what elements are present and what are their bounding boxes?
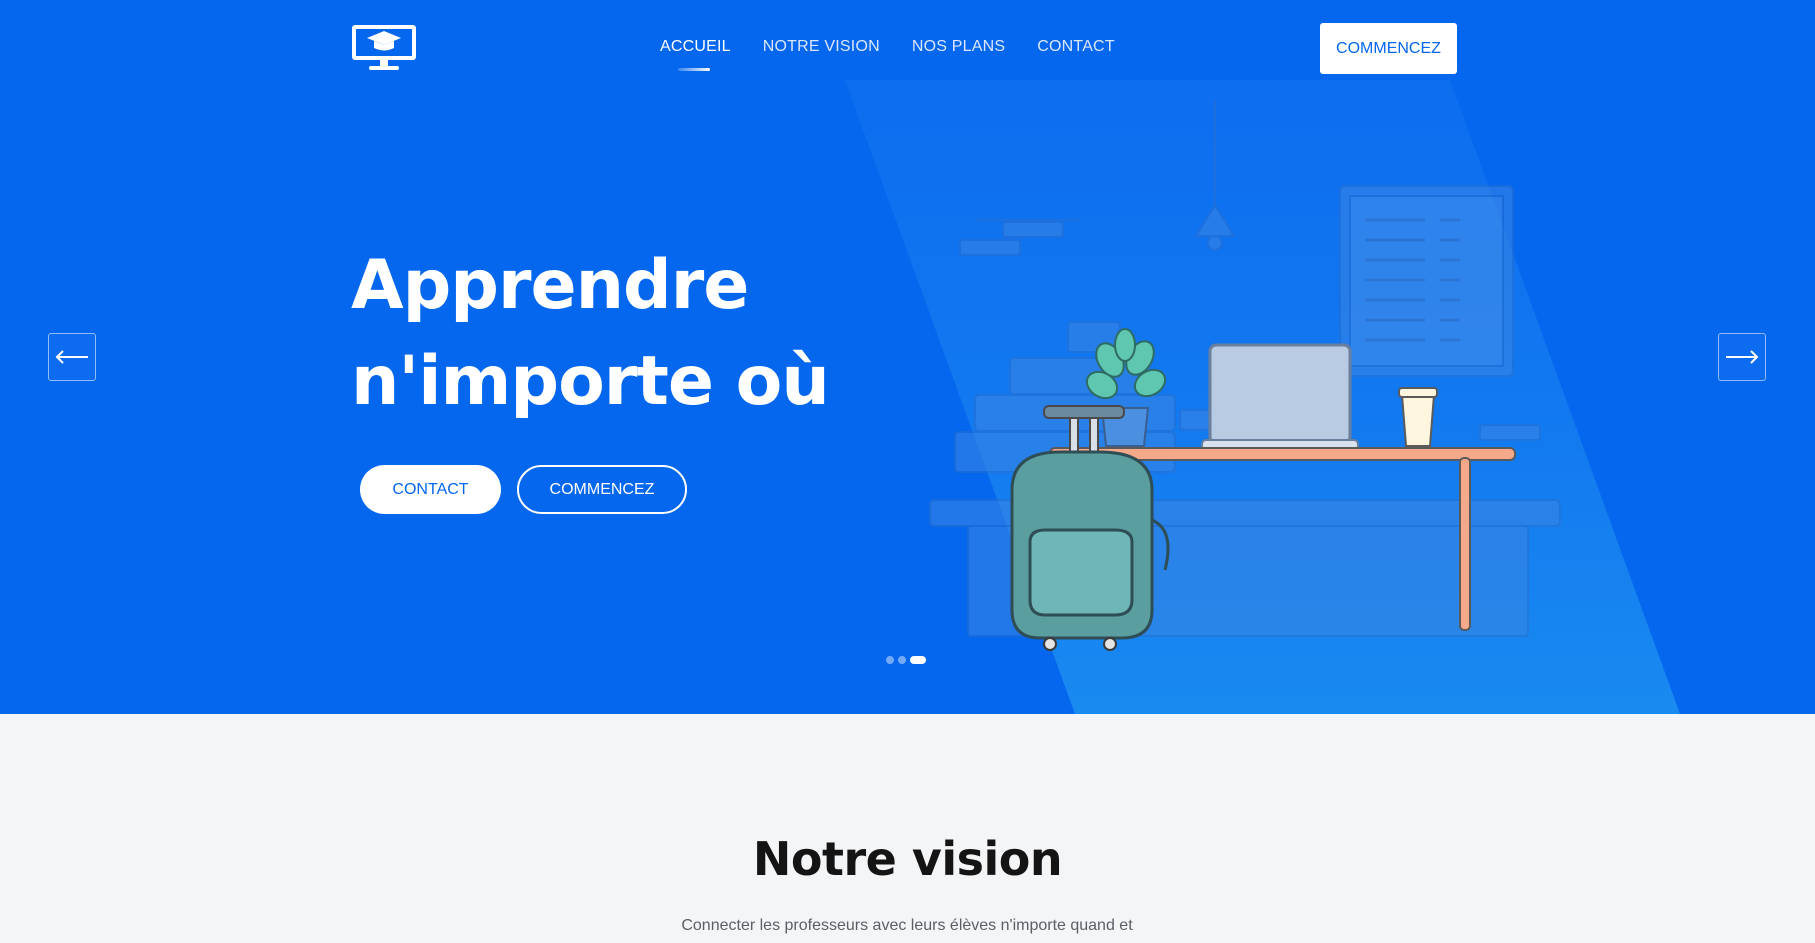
nav-item-contact[interactable]: CONTACT bbox=[1037, 38, 1115, 56]
vision-heading: Notre vision bbox=[752, 832, 1063, 886]
nav-item-accueil[interactable]: ACCUEIL bbox=[660, 38, 731, 71]
vision-description: Connecter les professeurs avec leurs élè… bbox=[681, 917, 1133, 934]
carousel-prev-button[interactable] bbox=[48, 333, 96, 381]
hero-start-button[interactable]: COMMENCEZ bbox=[517, 465, 687, 514]
monitor-graduation-cap-icon bbox=[352, 25, 416, 70]
nav-item-notre-vision[interactable]: NOTRE VISION bbox=[763, 38, 880, 56]
nav-item-nos-plans[interactable]: NOS PLANS bbox=[912, 38, 1005, 56]
desk-scene-image bbox=[929, 100, 1561, 651]
hero-contact-button[interactable]: CONTACT bbox=[360, 465, 501, 514]
hero-title-line1: Apprendre bbox=[351, 246, 749, 325]
hero-section: ACCUEIL NOTRE VISION NOS PLANS CONTACT C… bbox=[0, 0, 1815, 714]
arrow-left-icon bbox=[55, 350, 88, 364]
carousel-dot[interactable] bbox=[886, 656, 894, 664]
hero-title: Apprendre n'importe où bbox=[351, 238, 911, 430]
desk-illustration bbox=[900, 90, 1780, 660]
main-nav: ACCUEIL NOTRE VISION NOS PLANS CONTACT bbox=[660, 38, 1115, 71]
header-start-button[interactable]: COMMENCEZ bbox=[1320, 23, 1457, 74]
logo[interactable] bbox=[351, 24, 417, 72]
hero-title-line2: n'importe où bbox=[351, 342, 830, 421]
